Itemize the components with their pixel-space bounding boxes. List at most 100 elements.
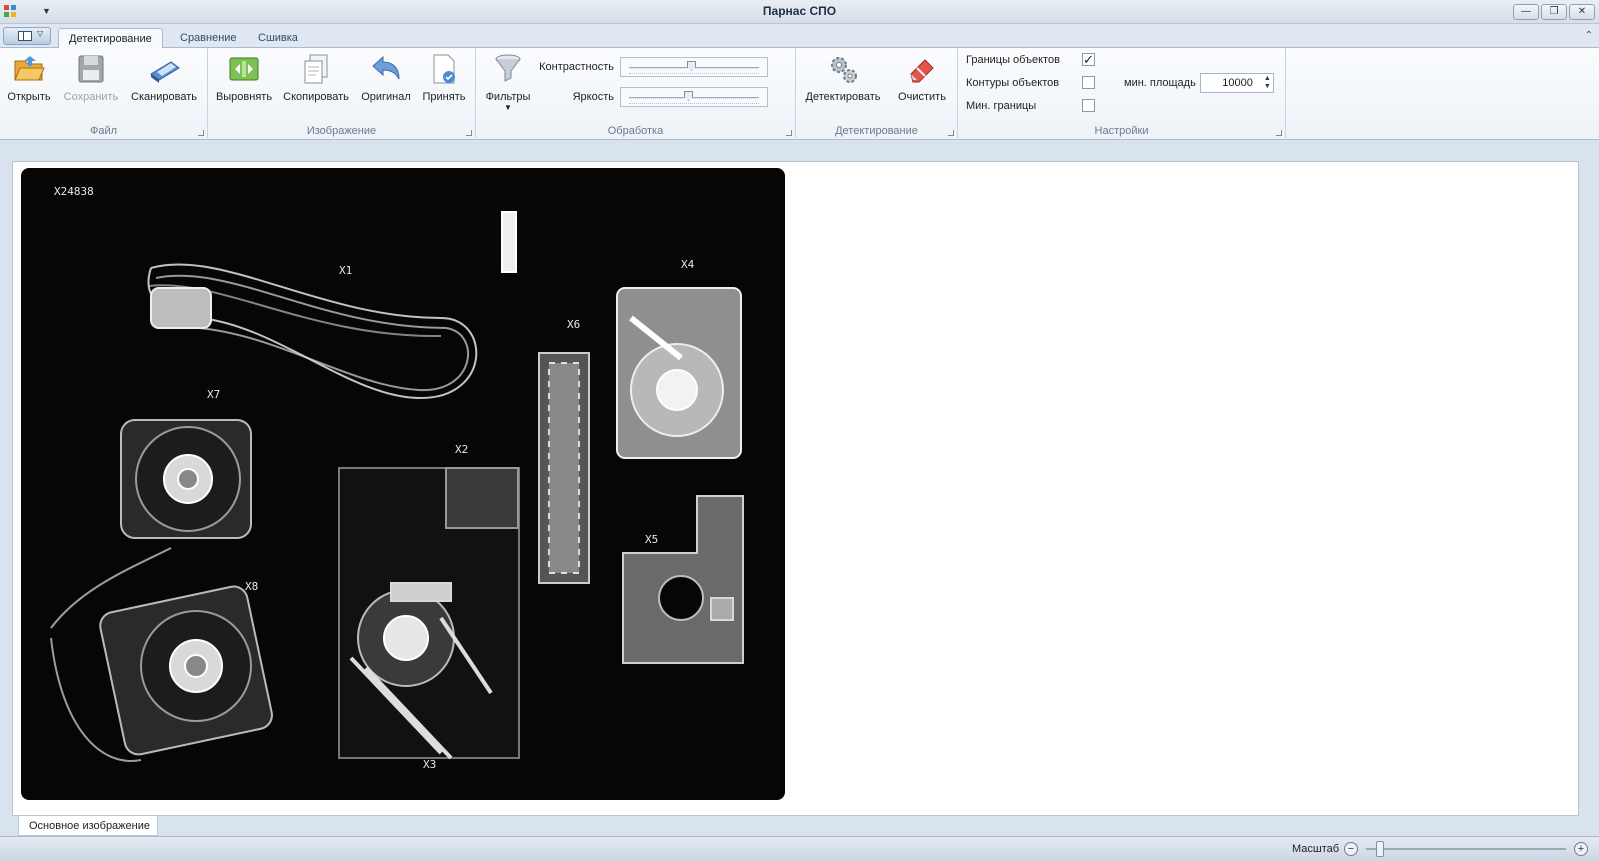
label-x5: X5: [645, 533, 658, 546]
align-label: Выровнять: [215, 91, 273, 103]
tab-stitching[interactable]: Сшивка: [248, 28, 308, 49]
group-settings: Границы объектов ✓ Контуры объектов Мин.…: [958, 48, 1286, 140]
object-bounds-checkbox[interactable]: ✓: [1082, 53, 1095, 66]
save-label: Сохранить: [63, 91, 119, 103]
funnel-icon: [495, 54, 521, 82]
open-button[interactable]: Открыть: [4, 52, 54, 103]
original-button[interactable]: Оригинал: [358, 52, 414, 103]
floppy-disk-icon: [78, 55, 104, 83]
detect-label: Детектировать: [805, 91, 881, 103]
group-image-label: Изображение: [306, 125, 377, 137]
dialog-launcher-icon[interactable]: [948, 130, 954, 136]
align-button[interactable]: Выровнять: [214, 52, 274, 103]
ribbon-tabs: ▽ Детектирование Сравнение Сшивка ⌃: [0, 24, 1599, 49]
object-contours-label: Контуры объектов: [966, 76, 1060, 89]
dialog-launcher-icon[interactable]: [198, 130, 204, 136]
min-area-value[interactable]: 10000: [1222, 77, 1253, 89]
contrast-slider[interactable]: [620, 57, 768, 77]
tab-detection[interactable]: Детектирование: [58, 28, 163, 49]
close-button[interactable]: ✕: [1569, 4, 1595, 20]
dialog-launcher-icon[interactable]: [786, 130, 792, 136]
fan-x8: [50, 547, 273, 762]
dialog-launcher-icon[interactable]: [1276, 130, 1282, 136]
min-area-label: мин. площадь: [1124, 77, 1196, 89]
circuit-board-x5: [622, 495, 744, 664]
zoom-out-icon[interactable]: −: [1344, 842, 1358, 856]
eraser-icon: [910, 59, 934, 83]
min-bounds-label: Мин. границы: [966, 99, 1037, 112]
document-panel: X24838 X1 X2 X3 X4 X5 X6 X7 X8: [12, 161, 1579, 816]
group-detection: Детектировать Очистить Детектирование: [796, 48, 958, 140]
detect-button[interactable]: Детектировать: [800, 52, 886, 103]
original-label: Оригинал: [361, 91, 411, 103]
scan-button[interactable]: Сканировать: [128, 52, 200, 103]
collapse-ribbon-icon[interactable]: ⌃: [1585, 30, 1593, 41]
accept-label: Принять: [422, 91, 466, 103]
save-button[interactable]: Сохранить: [60, 52, 122, 103]
hard-drive-x4: [616, 287, 742, 459]
filters-label: Фильтры: [485, 91, 531, 103]
min-bounds-checkbox[interactable]: [1082, 99, 1095, 112]
label-x2: X2: [455, 443, 468, 456]
gears-icon: [831, 57, 857, 83]
contrast-label: Контрастность: [539, 61, 614, 73]
folder-open-icon: [14, 56, 45, 81]
zoom-label: Масштаб: [1292, 843, 1340, 855]
min-area-spinner[interactable]: 10000 ▲ ▼: [1199, 73, 1274, 93]
group-file-label: Файл: [89, 125, 118, 137]
filters-button[interactable]: Фильтры ▼: [482, 52, 534, 112]
group-image: Выровнять Скопировать Оригинал Принять И…: [208, 48, 476, 140]
min-area-row: мин. площадь 10000 ▲ ▼: [1124, 73, 1274, 93]
group-file: Открыть Сохранить Сканировать Файл: [0, 48, 208, 140]
document-check-icon: [433, 54, 455, 84]
group-processing: Фильтры ▼ Контрастность Яркость Обработк…: [476, 48, 796, 140]
scan-label: Сканировать: [131, 91, 197, 103]
dialog-launcher-icon[interactable]: [466, 130, 472, 136]
label-serial: X24838: [54, 185, 94, 198]
clear-button[interactable]: Очистить: [892, 52, 952, 103]
undo-arrow-icon: [372, 55, 400, 80]
clear-label: Очистить: [898, 91, 946, 103]
group-detection-label: Детектирование: [835, 125, 918, 137]
workspace: X24838 X1 X2 X3 X4 X5 X6 X7 X8 Основное …: [0, 140, 1599, 836]
label-x8: X8: [245, 580, 258, 593]
object-bounds-row: Границы объектов ✓: [966, 53, 1095, 66]
application-menu-button[interactable]: ▽: [3, 27, 51, 45]
drive-x3: [338, 467, 520, 760]
zoom-slider[interactable]: [1366, 848, 1566, 850]
label-x3: X3: [423, 758, 436, 771]
brightness-label: Яркость: [572, 91, 614, 103]
brightness-row: Яркость: [536, 87, 768, 107]
tab-comparison[interactable]: Сравнение: [170, 28, 247, 49]
checkmark-icon: ✓: [1083, 52, 1094, 67]
align-icon: [229, 57, 259, 81]
label-x4: X4: [681, 258, 695, 271]
spinner-arrows-icon[interactable]: ▲ ▼: [1264, 75, 1271, 91]
window-title: Парнас СПО: [762, 4, 837, 18]
memory-module-x6: [538, 352, 590, 584]
copy-button[interactable]: Скопировать: [280, 52, 352, 103]
status-bar: Масштаб − +: [0, 836, 1599, 861]
zoom-in-icon[interactable]: +: [1574, 842, 1588, 856]
minimize-button[interactable]: —: [1513, 4, 1539, 20]
zoom-slider-thumb[interactable]: [1376, 841, 1384, 857]
open-label: Открыть: [7, 91, 51, 103]
title-bar: ▼ Парнас СПО — ❐ ✕: [0, 0, 1599, 24]
restore-button[interactable]: ❐: [1541, 4, 1567, 20]
accept-button[interactable]: Принять: [418, 52, 470, 103]
ribbon-panel: Открыть Сохранить Сканировать Файл Выров…: [0, 48, 1599, 140]
contrast-row: Контрастность: [536, 57, 768, 77]
object-contours-row: Контуры объектов: [966, 76, 1095, 89]
tab-main-image[interactable]: Основное изображение: [18, 816, 158, 836]
xray-scene: X24838 X1 X2 X3 X4 X5 X6 X7 X8: [50, 185, 744, 771]
filters-dropdown-icon: ▼: [504, 103, 512, 112]
label-x7: X7: [207, 388, 220, 401]
xray-image[interactable]: X24838 X1 X2 X3 X4 X5 X6 X7 X8: [21, 168, 785, 800]
brightness-slider-thumb[interactable]: [684, 91, 693, 101]
min-bounds-row: Мин. границы: [966, 99, 1095, 112]
contrast-slider-thumb[interactable]: [687, 61, 696, 71]
object-contours-checkbox[interactable]: [1082, 76, 1095, 89]
group-processing-label: Обработка: [607, 125, 664, 137]
brightness-slider[interactable]: [620, 87, 768, 107]
scanner-icon: [150, 61, 180, 83]
